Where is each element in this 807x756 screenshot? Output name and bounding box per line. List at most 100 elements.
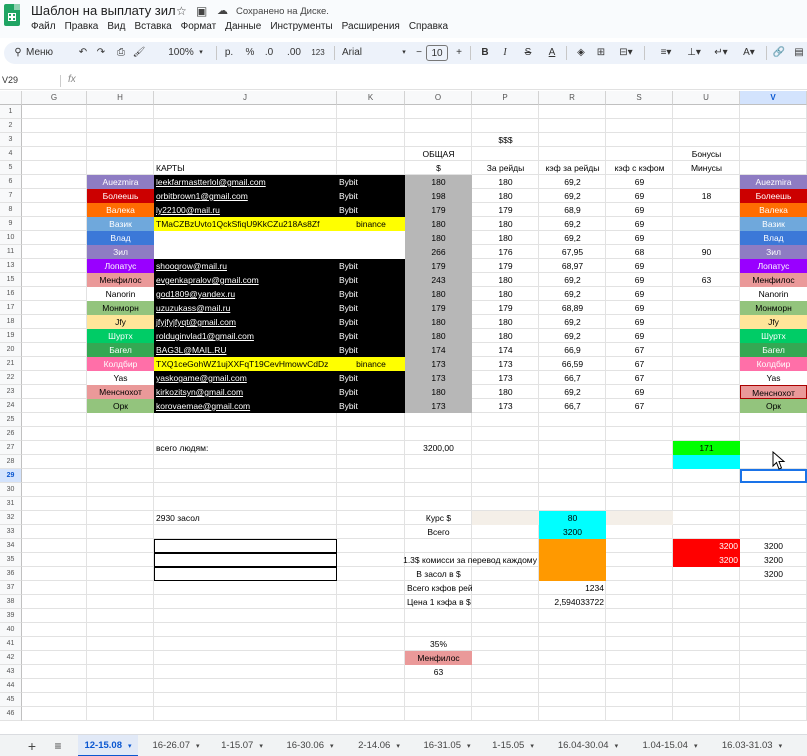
add-sheet-icon[interactable]: +	[22, 735, 42, 756]
row-header-26[interactable]: 26	[0, 427, 22, 441]
percent-cell[interactable]: 35%	[405, 637, 472, 651]
raids-cell[interactable]: 180	[472, 231, 539, 245]
card-cell[interactable]: jfyjfyjfyqt@gmail.com	[154, 315, 337, 329]
font-size-increase-icon[interactable]: +	[454, 45, 464, 61]
kf-cell[interactable]: 66,7	[539, 371, 606, 385]
header-kf-for-raids[interactable]: кэф за рейды	[539, 161, 606, 175]
row-header-29[interactable]: 29	[0, 469, 22, 483]
raids-cell[interactable]: 179	[472, 259, 539, 273]
align-horizontal-icon[interactable]: ≡▾	[656, 45, 676, 61]
link-icon[interactable]: 🔗	[772, 45, 786, 61]
rate-label[interactable]: Курс $	[405, 511, 472, 525]
person-name-h[interactable]: Jfy	[87, 315, 154, 329]
redo-icon[interactable]: ↷	[94, 45, 108, 61]
total-value[interactable]: 3200	[539, 525, 606, 539]
row-header-1[interactable]: 1	[0, 105, 22, 119]
chevron-down-icon[interactable]: ▾	[197, 45, 205, 61]
row-header-28[interactable]: 28	[0, 455, 22, 469]
person-name-v[interactable]: Колдбир	[740, 357, 807, 371]
row-header-19[interactable]: 19	[0, 329, 22, 343]
search-icon[interactable]: ⚲	[12, 45, 24, 61]
menu-data[interactable]: Данные	[225, 21, 261, 35]
exchange-cell[interactable]: Bybit	[337, 273, 405, 287]
exchange-cell[interactable]: Bybit	[337, 259, 405, 273]
raids-cell[interactable]: 180	[472, 189, 539, 203]
card-cell[interactable]: god1809@yandex.ru	[154, 287, 337, 301]
star-icon[interactable]: ☆	[176, 4, 187, 18]
move-folder-icon[interactable]: ▣	[196, 4, 207, 18]
raids-cell[interactable]: 180	[472, 329, 539, 343]
menu-tools[interactable]: Инструменты	[270, 21, 332, 35]
exchange-cell[interactable]: Bybit	[337, 399, 405, 413]
person-name-h[interactable]: Влад	[87, 231, 154, 245]
header-total-currency[interactable]: $	[405, 161, 472, 175]
menu-view[interactable]: Вид	[107, 21, 125, 35]
orange-cell[interactable]	[539, 567, 606, 581]
card-cell[interactable]: BAG3L@MAIL.RU	[154, 343, 337, 357]
row-header-38[interactable]: 38	[0, 595, 22, 609]
rate-value[interactable]: 80	[539, 511, 606, 525]
total-cell[interactable]: 180	[405, 329, 472, 343]
raids-cell[interactable]: 173	[472, 371, 539, 385]
sheet-tab-16.04-30.04[interactable]: 16.04-30.04 ▾	[548, 735, 628, 756]
exchange-cell[interactable]: Bybit	[337, 343, 405, 357]
text-rotation-icon[interactable]: A▾	[739, 45, 759, 61]
raids-cell[interactable]: 173	[472, 357, 539, 371]
raids-cell[interactable]: 174	[472, 343, 539, 357]
row-header-11[interactable]: 11	[0, 245, 22, 259]
zoom-select[interactable]: 100%	[166, 45, 196, 61]
row-header-23[interactable]: 23	[0, 385, 22, 399]
bonus-cell[interactable]: 63	[673, 273, 740, 287]
person-name-v[interactable]: Болеешь	[740, 189, 807, 203]
strikethrough-button[interactable]: S	[522, 45, 534, 61]
column-header-p[interactable]: P	[472, 91, 539, 105]
row-header-17[interactable]: 17	[0, 301, 22, 315]
text-wrap-icon[interactable]: ↵▾	[711, 45, 731, 61]
borders-icon[interactable]: ⊞	[594, 45, 608, 61]
person-name-v[interactable]: Auezmira	[740, 175, 807, 189]
person-name-h[interactable]: Шуртх	[87, 329, 154, 343]
tab-menu-chevron-icon[interactable]: ▾	[694, 743, 698, 750]
person-name-h[interactable]: Менснохот	[87, 385, 154, 399]
column-header-j[interactable]: J	[154, 91, 337, 105]
total-cell[interactable]: 180	[405, 217, 472, 231]
v-3200-1[interactable]: 3200	[740, 539, 807, 553]
number-format-button[interactable]: 123	[309, 45, 327, 61]
row-header-42[interactable]: 42	[0, 651, 22, 665]
person-name-v[interactable]: Влад	[740, 231, 807, 245]
row-header-24[interactable]: 24	[0, 399, 22, 413]
header-minuses[interactable]: Минусы	[673, 161, 740, 175]
all-people-label[interactable]: всего людям:	[154, 441, 337, 455]
red-3200-2[interactable]: 3200	[673, 553, 740, 567]
exchange-cell[interactable]: Bybit	[337, 329, 405, 343]
tab-menu-chevron-icon[interactable]: ▾	[128, 743, 132, 750]
header-total[interactable]: ОБЩАЯ	[405, 147, 472, 161]
total-cell[interactable]: 266	[405, 245, 472, 259]
v-3200-3[interactable]: 3200	[740, 567, 807, 581]
row-header-27[interactable]: 27	[0, 441, 22, 455]
total-cell[interactable]: 179	[405, 259, 472, 273]
kf2-cell[interactable]: 69	[606, 203, 673, 217]
percent-button[interactable]: %	[244, 45, 256, 61]
card-cell[interactable]: rolduginvlad1@gmail.com	[154, 329, 337, 343]
kf-cell[interactable]: 66,59	[539, 357, 606, 371]
exchange-cell[interactable]: Bybit	[337, 301, 405, 315]
raids-cell[interactable]: 180	[472, 273, 539, 287]
row-header-8[interactable]: 8	[0, 203, 22, 217]
kf-cell[interactable]: 69,2	[539, 231, 606, 245]
tab-menu-chevron-icon[interactable]: ▾	[530, 743, 534, 750]
kf-cell[interactable]: 68,89	[539, 301, 606, 315]
kf2-cell[interactable]: 67	[606, 357, 673, 371]
bold-button[interactable]: B	[479, 45, 491, 61]
card-cell[interactable]: orbitbrown1@gmail.com	[154, 189, 337, 203]
menu-file[interactable]: Файл	[31, 21, 56, 35]
kf-cell[interactable]: 66,9	[539, 343, 606, 357]
sheet-tab-1-15.07[interactable]: 1-15.07 ▾	[212, 735, 272, 756]
person-name-h[interactable]: Монморн	[87, 301, 154, 315]
column-header-r[interactable]: R	[539, 91, 606, 105]
kf-cell[interactable]: 69,2	[539, 385, 606, 399]
row-header-39[interactable]: 39	[0, 609, 22, 623]
align-vertical-icon[interactable]: ⊥▾	[684, 45, 704, 61]
kf-cell[interactable]: 67,95	[539, 245, 606, 259]
total-cell[interactable]: 179	[405, 203, 472, 217]
